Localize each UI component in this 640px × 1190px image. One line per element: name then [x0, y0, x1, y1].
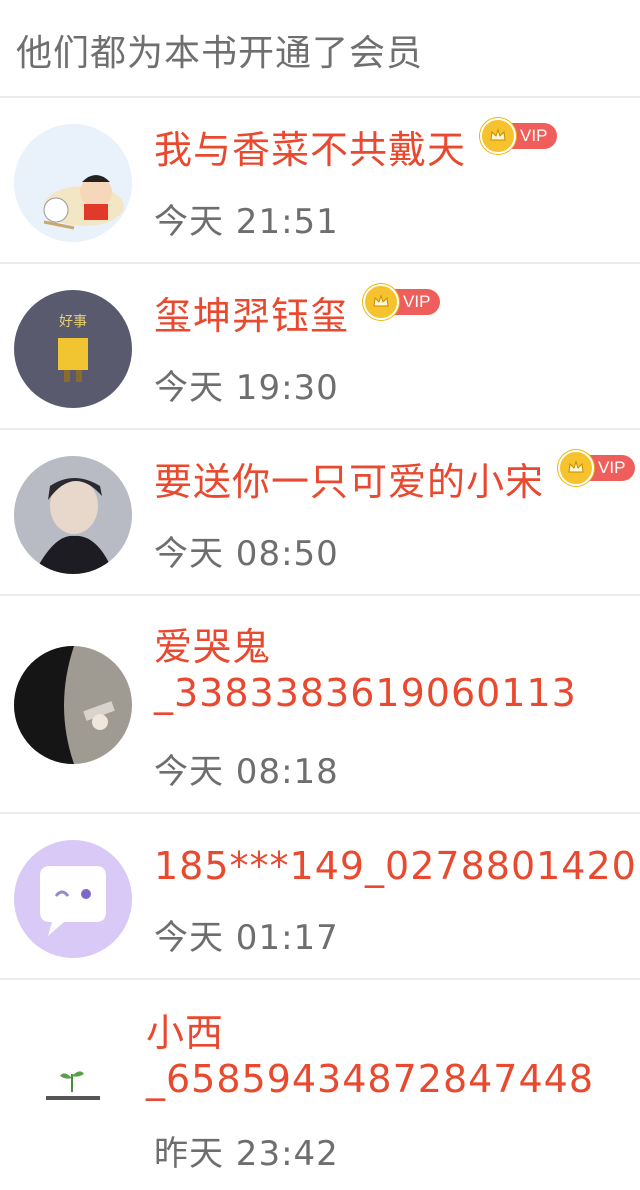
avatar[interactable] — [14, 840, 132, 958]
member-name[interactable]: 要送你一只可爱的小宋 — [154, 458, 544, 506]
member-name[interactable]: 我与香菜不共戴天 — [154, 126, 466, 174]
svg-text:好事: 好事 — [59, 314, 87, 330]
name-line: 爱哭鬼_3383383619060113 — [154, 624, 624, 716]
name-line: 小西_6585943487284744​8 — [146, 1010, 616, 1102]
timestamp: 今天 08:18 — [154, 752, 339, 792]
vip-badge: VIP — [363, 284, 441, 320]
timestamp: 今天 19:30 — [154, 368, 339, 408]
list-item[interactable]: 185***149_0278801420 今天 01:17 — [0, 814, 640, 980]
name-line: 我与香菜不共戴天 VIP — [154, 118, 558, 174]
member-name[interactable]: 185***149_0278801420 — [154, 842, 637, 890]
name-line: 185***149_0278801420 — [154, 842, 637, 890]
page-title: 他们都为本书开通了会员 — [0, 0, 640, 98]
avatar[interactable] — [14, 456, 132, 574]
crown-icon — [558, 450, 595, 486]
crown-icon — [363, 284, 400, 320]
list-item[interactable]: 要送你一只可爱的小宋 VIP 今天 08:50 — [0, 430, 640, 596]
vip-badge: VIP — [480, 118, 558, 154]
member-name[interactable]: 小西_6585943487284744​8 — [146, 1010, 616, 1102]
member-name[interactable]: 爱哭鬼_3383383619060113 — [154, 624, 624, 716]
name-line: 要送你一只可爱的小宋 VIP — [154, 450, 636, 506]
timestamp: 今天 08:50 — [154, 534, 339, 574]
member-name[interactable]: 玺坤羿钰玺 — [154, 292, 349, 340]
timestamp: 今天 01:17 — [154, 918, 339, 958]
timestamp: 今天 21:51 — [154, 202, 339, 242]
member-list: 我与香菜不共戴天 VIP 今天 21:51 好事 玺坤羿钰玺 VIP 今天 19… — [0, 98, 640, 1190]
list-item[interactable]: 小西_6585943487284744​8 昨天 23:42 — [0, 980, 640, 1190]
vip-badge: VIP — [558, 450, 636, 486]
timestamp: 昨天 23:42 — [154, 1134, 339, 1174]
crown-icon — [480, 118, 517, 154]
avatar[interactable]: 好事 — [14, 290, 132, 408]
list-item[interactable]: 我与香菜不共戴天 VIP 今天 21:51 — [0, 98, 640, 264]
list-item[interactable]: 爱哭鬼_3383383619060113 今天 08:18 — [0, 596, 640, 814]
name-line: 玺坤羿钰玺 VIP — [154, 284, 441, 340]
avatar[interactable] — [14, 1030, 132, 1148]
list-item[interactable]: 好事 玺坤羿钰玺 VIP 今天 19:30 — [0, 264, 640, 430]
avatar[interactable] — [14, 646, 132, 764]
avatar[interactable] — [14, 124, 132, 242]
